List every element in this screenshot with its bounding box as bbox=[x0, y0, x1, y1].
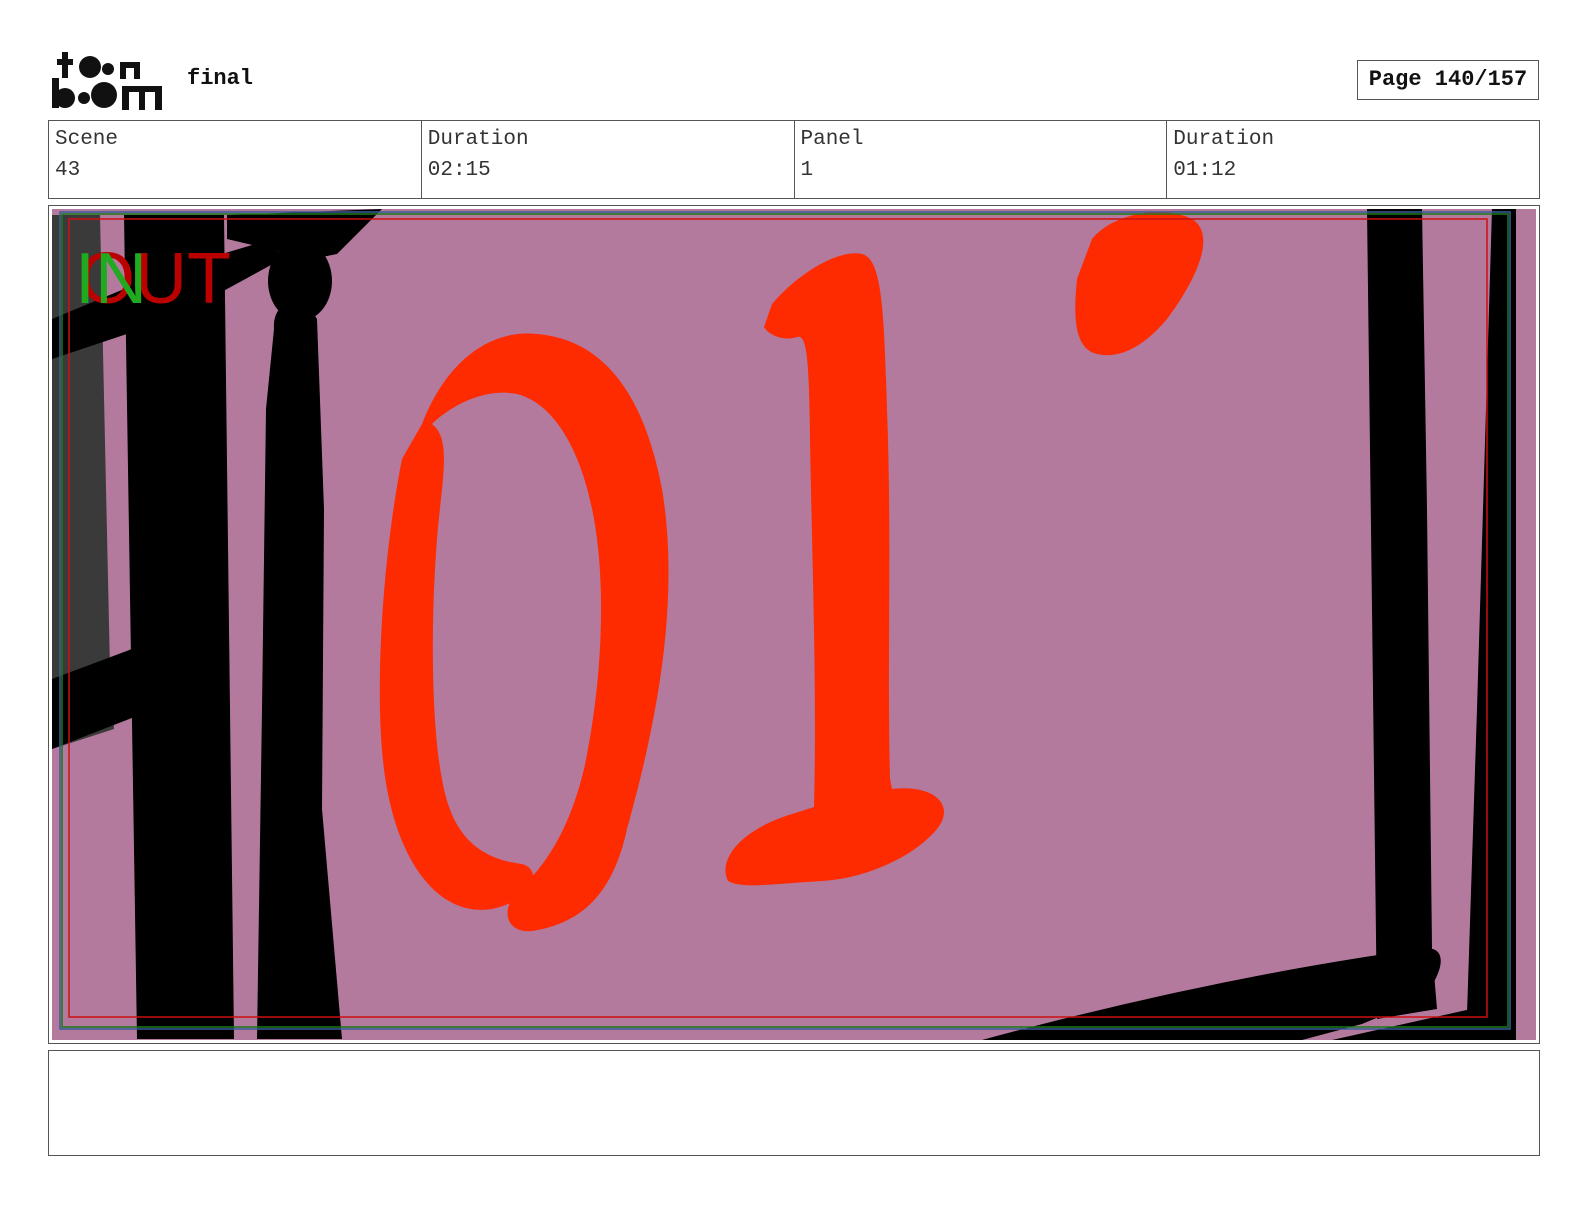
project-name: final bbox=[187, 66, 254, 91]
panel-cell: Panel 1 bbox=[795, 121, 1168, 198]
panel-duration-label: Duration bbox=[1173, 128, 1275, 151]
scene-duration-label: Duration bbox=[427, 128, 529, 151]
panel-label: Panel bbox=[800, 128, 864, 151]
scene-label: Scene bbox=[55, 128, 119, 151]
panel-artwork: OUT IN bbox=[52, 209, 1536, 1040]
panel-duration-cell: Duration 01:12 bbox=[1167, 121, 1539, 198]
panel-value: 1 bbox=[800, 159, 814, 182]
scene-cell: Scene 43 bbox=[49, 121, 422, 198]
scene-duration-value: 02:15 bbox=[427, 159, 491, 182]
in-marker: IN bbox=[75, 239, 147, 319]
panel-notes-box[interactable] bbox=[48, 1050, 1540, 1156]
panel-duration-value: 01:12 bbox=[1173, 159, 1237, 182]
scene-value: 43 bbox=[55, 159, 81, 182]
toonboom-logo: toonboom bbox=[52, 52, 162, 110]
panel-frame: OUT IN bbox=[48, 205, 1540, 1044]
black-pole-left bbox=[124, 215, 234, 1039]
scene-info-table: Scene 43 Duration 02:15 Panel 1 Duration… bbox=[48, 120, 1540, 199]
page-indicator: Page 140/157 bbox=[1357, 60, 1539, 100]
scene-duration-cell: Duration 02:15 bbox=[422, 121, 795, 198]
